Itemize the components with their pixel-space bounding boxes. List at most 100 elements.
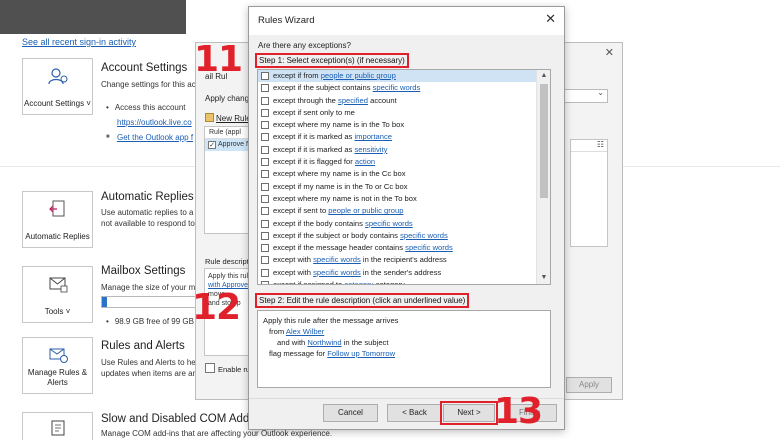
rule-options-icon[interactable]: ☷ (571, 140, 607, 152)
exception-text: except if the subject or body contains (273, 230, 401, 240)
exception-row[interactable]: except where my name is in the To box (258, 119, 536, 131)
exception-link[interactable]: specified (338, 96, 368, 105)
exception-row[interactable]: except if sent to people or public group (258, 205, 536, 217)
exception-link[interactable]: specific words (373, 83, 421, 92)
exception-link[interactable]: category (344, 280, 373, 284)
rules-alerts-icon (49, 348, 68, 363)
scroll-thumb[interactable] (540, 84, 548, 198)
exceptions-list[interactable]: except if from people or public group exc… (257, 69, 551, 285)
exception-row[interactable]: except if assigned to category category (258, 279, 536, 285)
com-addins-tile[interactable] (22, 412, 93, 440)
com-addins-title: Slow and Disabled COM Add-ins (101, 413, 268, 425)
exception-row[interactable]: except if the subject contains specific … (258, 82, 536, 94)
exception-checkbox[interactable] (261, 84, 269, 93)
exception-checkbox[interactable] (261, 96, 269, 105)
scroll-up-icon[interactable]: ▲ (537, 70, 550, 82)
exception-text: except where my name is not in the To bo… (273, 193, 417, 203)
header-bar (0, 0, 186, 34)
exception-text: except if from (273, 71, 321, 80)
exception-checkbox[interactable] (261, 244, 269, 253)
exception-row[interactable]: except where my name is in the Cc box (258, 168, 536, 180)
exception-row[interactable]: except with specific words in the sender… (258, 267, 536, 279)
exception-row[interactable]: except if the subject or body contains s… (258, 230, 536, 242)
exception-link[interactable]: people or public group (328, 206, 403, 215)
apply-button[interactable]: Apply (566, 377, 612, 393)
exception-link[interactable]: specific words (365, 219, 413, 228)
exception-text: except with (273, 267, 314, 277)
exception-checkbox[interactable] (261, 231, 269, 240)
back-button[interactable]: < Back (387, 404, 442, 422)
exception-link[interactable]: specific words (313, 268, 361, 277)
outlook-app-link[interactable]: Get the Outlook app f (106, 133, 193, 142)
exception-checkbox[interactable] (261, 133, 269, 142)
exception-checkbox[interactable] (261, 182, 269, 191)
step-number-11: 11 (194, 39, 243, 80)
rule-enabled-checkbox[interactable]: ✓ (208, 141, 216, 149)
exception-checkbox[interactable] (261, 219, 269, 228)
exception-link[interactable]: importance (354, 132, 392, 141)
exception-checkbox[interactable] (261, 158, 269, 167)
outlook-live-link[interactable]: https://outlook.live.co (117, 118, 192, 127)
cancel-button[interactable]: Cancel (323, 404, 378, 422)
exception-link[interactable]: specific words (405, 243, 453, 252)
apply-changes-label: Apply change (205, 94, 254, 103)
exception-link[interactable]: sensitivity (354, 145, 387, 154)
exception-checkbox[interactable] (261, 256, 269, 265)
exception-row[interactable]: except if the message header contains sp… (258, 242, 536, 254)
mailbox-settings-desc: Manage the size of your m (101, 283, 196, 292)
tools-tile[interactable]: Tools ˅ (22, 266, 93, 323)
automatic-replies-tile[interactable]: Automatic Replies (22, 191, 93, 248)
apply-changes-dropdown[interactable] (564, 88, 608, 103)
desc-subject-link[interactable]: Northwind (307, 338, 341, 347)
exception-text: except if sent to (273, 206, 329, 216)
scroll-down-icon[interactable]: ▼ (537, 272, 550, 284)
exception-row[interactable]: except if the body contains specific wor… (258, 218, 536, 230)
close-icon[interactable]: ✕ (545, 12, 556, 26)
rules-alerts-close-icon[interactable]: ✕ (605, 46, 614, 59)
exception-link[interactable]: people or public group (321, 71, 396, 80)
exception-row[interactable]: except if from people or public group (258, 70, 536, 83)
desc-line-2-prefix: from (269, 327, 286, 336)
rules-alerts-desc-1: Use Rules and Alerts to he (101, 358, 196, 367)
exception-checkbox[interactable] (261, 121, 269, 130)
rule-desc-line-1: Apply this rul (208, 273, 249, 280)
exception-row[interactable]: except if sent only to me (258, 107, 536, 119)
exception-link[interactable]: action (355, 157, 375, 166)
sign-in-activity-link[interactable]: See all recent sign-in activity (22, 37, 136, 47)
new-rule-button[interactable]: New Rule (205, 113, 251, 123)
desc-line-3-prefix: and with (277, 338, 308, 347)
exception-row[interactable]: except where my name is not in the To bo… (258, 193, 536, 205)
rule-name: Approve N (218, 141, 252, 148)
exception-checkbox[interactable] (261, 268, 269, 277)
next-button[interactable]: Next > (440, 401, 498, 425)
exception-text: except if it is marked as (273, 132, 355, 142)
desc-line-4-prefix: flag message for (269, 349, 328, 358)
automatic-replies-desc-1: Use automatic replies to a (101, 208, 194, 217)
desc-from-link[interactable]: Alex Wilber (286, 327, 324, 336)
desc-line-2: from Alex Wilber (263, 326, 545, 337)
account-settings-tile[interactable]: Account Settings ˅ (22, 58, 93, 115)
exception-checkbox[interactable] (261, 72, 269, 80)
exception-checkbox[interactable] (261, 207, 269, 216)
new-rule-label: New Rule (216, 114, 251, 123)
manage-rules-tile[interactable]: Manage Rules & Alerts (22, 337, 93, 394)
exception-checkbox[interactable] (261, 108, 269, 117)
exception-checkbox[interactable] (261, 145, 269, 154)
mailbox-settings-title: Mailbox Settings (101, 265, 186, 277)
exception-row[interactable]: except if my name is in the To or Cc box (258, 181, 536, 193)
exception-row[interactable]: except if it is marked as sensitivity (258, 144, 536, 156)
exception-row[interactable]: except if it is flagged for action (258, 156, 536, 168)
exception-checkbox[interactable] (261, 170, 269, 179)
exception-link[interactable]: specific words (313, 255, 361, 264)
exception-text-suffix: category (373, 280, 405, 285)
desc-flag-link[interactable]: Follow up Tomorrow (327, 349, 395, 358)
exception-checkbox[interactable] (261, 281, 269, 284)
exception-checkbox[interactable] (261, 194, 269, 203)
exceptions-scrollbar[interactable]: ▲ ▼ (536, 70, 550, 284)
exception-row[interactable]: except if it is marked as importance (258, 131, 536, 143)
desc-line-3: and with Northwind in the subject (263, 337, 545, 348)
exception-row[interactable]: except through the specified account (258, 95, 536, 107)
exception-link[interactable]: specific words (400, 231, 448, 240)
account-settings-desc: Change settings for this ac (101, 80, 196, 89)
exception-row[interactable]: except with specific words in the recipi… (258, 254, 536, 266)
